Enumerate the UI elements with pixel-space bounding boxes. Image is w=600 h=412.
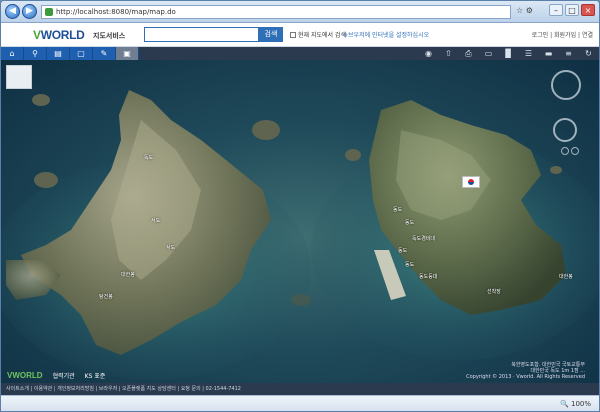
- map-label: 서도: [151, 218, 161, 224]
- map-label: 독도경비대: [412, 236, 436, 242]
- search-option-label: 현재 지도에서 검색: [298, 32, 346, 39]
- map-label: 동도: [405, 220, 415, 226]
- browser-chrome: ◀ ▶ http://localhost:8080/map/map.do ☆ ⚙…: [1, 1, 599, 23]
- favicon: [45, 8, 53, 16]
- attribution-line: Copyright © 2013 · Vworld. All Rights Re…: [466, 374, 585, 380]
- map-toolbar: ⌂ ⚲ ▤ ▢ ✎ ▣ ◉ ⇧ ⎙ ▭ ▉ ☰ ▬ ≡ ↻: [1, 47, 599, 60]
- search-current-map-option[interactable]: 현재 지도에서 검색: [290, 30, 346, 39]
- logo-subtitle: 지도서비스: [93, 32, 126, 40]
- checkbox[interactable]: [290, 32, 296, 38]
- partner-logo: 협력기관: [52, 373, 75, 380]
- map-label: 동도: [393, 207, 403, 213]
- pencil-icon[interactable]: ✎: [93, 47, 116, 60]
- minimap[interactable]: [6, 65, 32, 89]
- minimize-icon[interactable]: –: [549, 4, 563, 16]
- address-bar[interactable]: http://localhost:8080/map/map.do: [41, 5, 511, 19]
- eye-icon[interactable]: ◉: [422, 47, 435, 60]
- search-input[interactable]: [144, 27, 259, 42]
- map-label: 동도: [405, 262, 415, 268]
- back-button[interactable]: ◀: [5, 4, 20, 19]
- tilt-down-icon[interactable]: [561, 147, 569, 155]
- vworld-logo[interactable]: VWORLD: [33, 28, 85, 42]
- map-label: 동도등대: [419, 274, 438, 280]
- close-icon[interactable]: ×: [581, 4, 595, 16]
- chart-icon[interactable]: ▉: [502, 47, 515, 60]
- user-links[interactable]: 로그인 | 회원가입 | 연결: [532, 30, 593, 39]
- logo-v: V: [33, 28, 41, 42]
- browser-status-bar: 🔍 100%: [1, 395, 599, 411]
- tilt-up-icon[interactable]: [571, 147, 579, 155]
- logo-text: WORLD: [40, 28, 85, 42]
- search-icon[interactable]: ⚲: [24, 47, 47, 60]
- browser-window: ◀ ▶ http://localhost:8080/map/map.do ☆ ⚙…: [0, 0, 600, 412]
- compass-control[interactable]: [551, 70, 581, 100]
- folder-icon[interactable]: ▢: [70, 47, 93, 60]
- window-icon[interactable]: ▭: [482, 47, 495, 60]
- zoom-control[interactable]: [553, 118, 577, 142]
- minus-icon[interactable]: ▬: [542, 47, 555, 60]
- layers-icon[interactable]: ▤: [47, 47, 70, 60]
- print-icon[interactable]: ⎙: [462, 47, 475, 60]
- site-footer[interactable]: 사이트소개 | 이용약관 | 개인정보처리방침 | 브라우저 | 오픈플랫폼 지…: [1, 383, 599, 395]
- app-header: VWORLD 지도서비스 검색 현재 지도에서 검색 ※브우저에 인터넷을 설정…: [1, 23, 599, 47]
- upload-icon[interactable]: ⇧: [442, 47, 455, 60]
- vworld-bottom-logo: VWORLD: [7, 371, 43, 380]
- partner-logos: VWORLD 협력기관 KS 표준: [7, 371, 105, 380]
- browser-tools[interactable]: ☆ ⚙: [516, 6, 533, 15]
- notice-text: ※브우저에 인터넷을 설정하십시오: [343, 32, 430, 39]
- screen-icon[interactable]: ▣: [116, 47, 139, 60]
- layer-stack-icon[interactable]: ☰: [522, 47, 535, 60]
- url-text: http://localhost:8080/map/map.do: [56, 8, 176, 16]
- forward-button[interactable]: ▶: [22, 4, 37, 19]
- window-controls: – □ ×: [549, 4, 595, 16]
- map-label: 대한봉: [559, 274, 573, 280]
- home-icon[interactable]: ⌂: [1, 47, 24, 60]
- search-button[interactable]: 검색: [259, 27, 283, 42]
- ks-logo: KS 표준: [84, 373, 106, 380]
- map-label: 독도: [144, 155, 154, 161]
- map-label: 대한봉: [121, 272, 135, 278]
- toolbar-left: ⌂ ⚲ ▤ ▢ ✎ ▣: [1, 47, 139, 60]
- korean-flag-icon: [462, 176, 480, 188]
- toolbar-right: ◉ ⇧ ⎙ ▭ ▉ ☰ ▬ ≡ ↻: [422, 47, 595, 60]
- map-label: 탕건봉: [99, 294, 113, 300]
- map-label: 선착장: [487, 289, 501, 295]
- map-view[interactable]: 독도 서도 서도 대한봉 탕건봉 동도 동도 독도경비대 동도 동도 동도등대 선착장 대한봉 북한영도…: [1, 60, 599, 383]
- menu-icon[interactable]: ≡: [562, 47, 575, 60]
- map-attribution: 북한영도포함. 대한민국 국토교통부 대한민국 독도 1m 1점 ... Cop…: [415, 362, 585, 380]
- maximize-icon[interactable]: □: [565, 4, 579, 16]
- refresh-icon[interactable]: ↻: [582, 47, 595, 60]
- map-label: 서도: [166, 245, 176, 251]
- satellite-imagery: [1, 90, 599, 380]
- zoom-level[interactable]: 🔍 100%: [560, 400, 591, 408]
- map-label: 동도: [398, 248, 408, 254]
